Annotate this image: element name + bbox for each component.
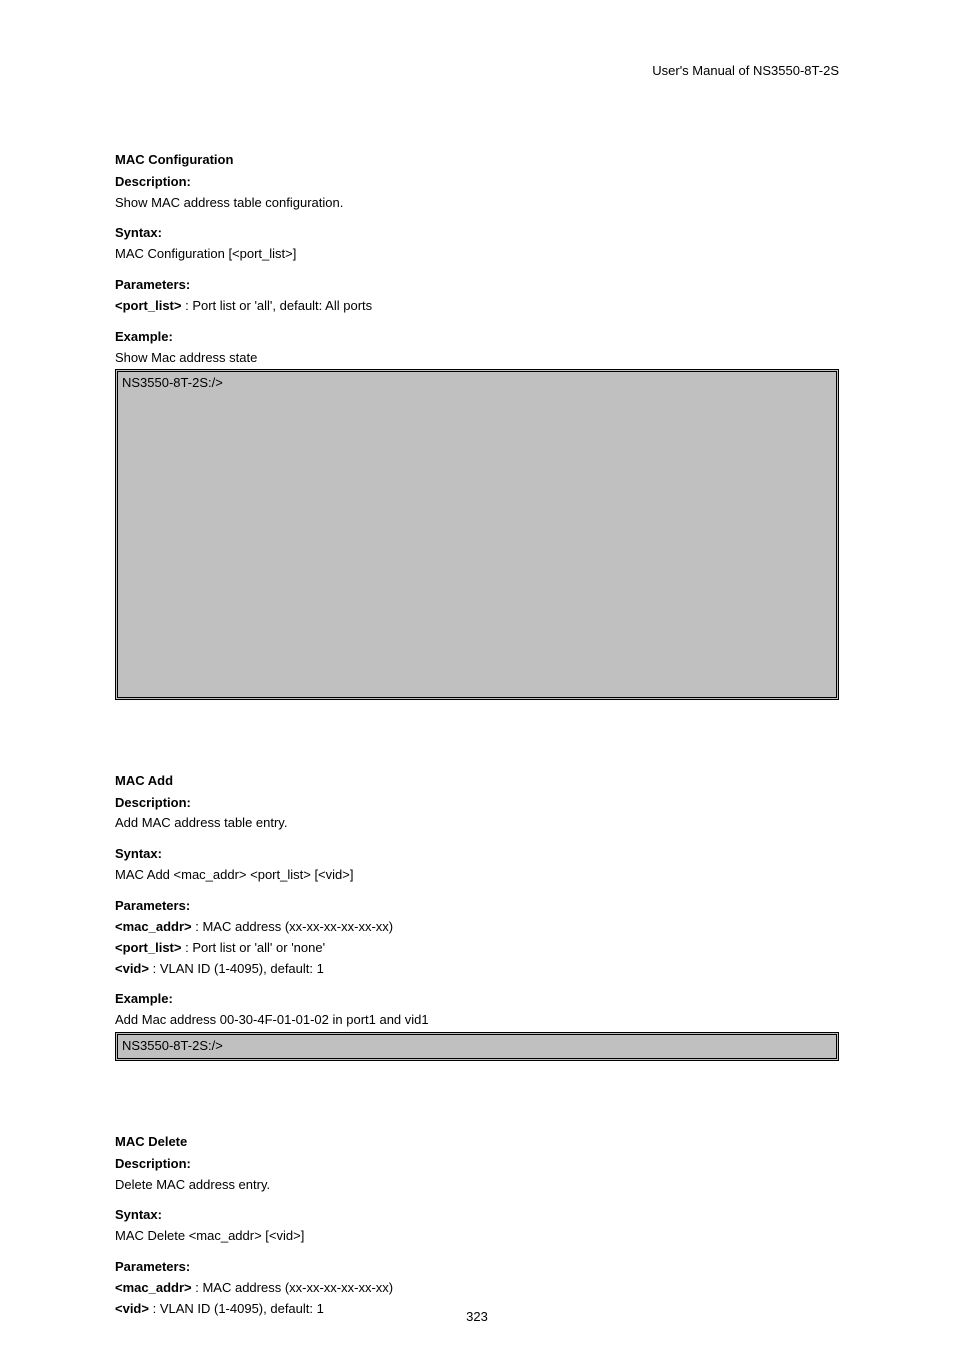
param-name: <mac_addr> [115, 919, 192, 934]
param-name: <vid> [115, 961, 149, 976]
section-title-mac-configuration: MAC Configuration [115, 151, 839, 170]
param-name: <port_list> [115, 940, 181, 955]
syntax-text: MAC Delete <mac_addr> [<vid>] [115, 1227, 839, 1246]
section-title-mac-add: MAC Add [115, 772, 839, 791]
label-parameters: Parameters: [115, 276, 839, 295]
code-prompt: NS3550-8T-2S:/> [122, 1038, 223, 1053]
param-name: <port_list> [115, 298, 181, 313]
code-prompt: NS3550-8T-2S:/> [122, 375, 223, 390]
page-container: User's Manual of NS3550-8T-2S MAC Config… [0, 0, 954, 1361]
syntax-text: MAC Configuration [<port_list>] [115, 245, 839, 264]
label-description: Description: [115, 794, 839, 813]
label-example: Example: [115, 328, 839, 347]
code-box: NS3550-8T-2S:/>mac configuration MAC Con… [115, 369, 839, 699]
code-body: mac configuration MAC Configuration: ===… [122, 375, 336, 692]
label-description: Description: [115, 1155, 839, 1174]
section-title-mac-delete: MAC Delete [115, 1133, 839, 1152]
label-syntax: Syntax: [115, 1206, 839, 1225]
param-desc: : Port list or 'all', default: All ports [185, 298, 372, 313]
param-desc: : Port list or 'all' or 'none' [185, 940, 325, 955]
syntax-text: MAC Add <mac_addr> <port_list> [<vid>] [115, 866, 839, 885]
parameter-row: <port_list> : Port list or 'all', defaul… [115, 297, 839, 316]
description-text: Delete MAC address entry. [115, 1176, 839, 1195]
param-desc: : MAC address (xx-xx-xx-xx-xx-xx) [195, 1280, 393, 1295]
parameter-row: <mac_addr> : MAC address (xx-xx-xx-xx-xx… [115, 1279, 839, 1298]
label-description: Description: [115, 173, 839, 192]
parameter-row: <mac_addr> : MAC address (xx-xx-xx-xx-xx… [115, 918, 839, 937]
description-text: Show MAC address table configuration. [115, 194, 839, 213]
code-body: mac add 00-30-4F-01-01-02 1 1 [223, 1038, 410, 1053]
label-parameters: Parameters: [115, 1258, 839, 1277]
parameter-row: <port_list> : Port list or 'all' or 'non… [115, 939, 839, 958]
code-box: NS3550-8T-2S:/>mac add 00-30-4F-01-01-02… [115, 1032, 839, 1061]
label-syntax: Syntax: [115, 224, 839, 243]
label-example: Example: [115, 990, 839, 1009]
example-text: Show Mac address state [115, 349, 839, 368]
page-number: 323 [0, 1308, 954, 1327]
example-text: Add Mac address 00-30-4F-01-01-02 in por… [115, 1011, 839, 1030]
label-parameters: Parameters: [115, 897, 839, 916]
parameter-row: <vid> : VLAN ID (1-4095), default: 1 [115, 960, 839, 979]
description-text: Add MAC address table entry. [115, 814, 839, 833]
param-desc: : MAC address (xx-xx-xx-xx-xx-xx) [195, 919, 393, 934]
label-syntax: Syntax: [115, 845, 839, 864]
page-header: User's Manual of NS3550-8T-2S [115, 62, 839, 81]
param-desc: : VLAN ID (1-4095), default: 1 [153, 961, 324, 976]
param-name: <mac_addr> [115, 1280, 192, 1295]
